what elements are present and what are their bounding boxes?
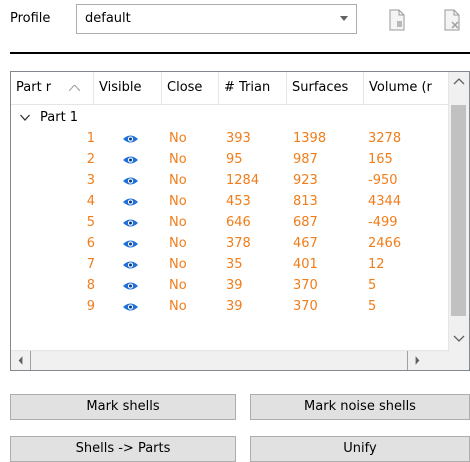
parts-table[interactable]: Part r Visible Close # Trian Surfaces Vo… xyxy=(10,71,470,371)
profile-value: default xyxy=(85,11,131,26)
column-header-label: Part r xyxy=(16,80,52,95)
column-header-part[interactable]: Part r xyxy=(11,72,94,104)
volume-value: -950 xyxy=(368,173,398,188)
table-row[interactable]: 1 No 393 1398 3278 xyxy=(11,129,449,148)
scroll-right-icon[interactable] xyxy=(407,351,427,370)
group-label: Part 1 xyxy=(40,110,79,125)
column-header-triangles[interactable]: # Trian xyxy=(219,72,287,104)
triangles-value: 39 xyxy=(226,278,243,293)
profile-label: Profile xyxy=(10,11,51,26)
divider xyxy=(10,52,470,54)
triangles-value: 95 xyxy=(226,152,243,167)
surfaces-value: 687 xyxy=(293,215,318,230)
surfaces-value: 813 xyxy=(293,194,318,209)
eye-icon[interactable] xyxy=(122,218,139,228)
triangles-value: 393 xyxy=(226,131,251,146)
surfaces-value: 370 xyxy=(293,278,318,293)
part-id: 2 xyxy=(86,152,95,167)
table-row[interactable]: 6 No 378 467 2466 xyxy=(11,234,449,253)
column-header-volume[interactable]: Volume (r xyxy=(364,72,449,104)
document-remove-icon[interactable] xyxy=(443,9,461,31)
volume-value: 12 xyxy=(368,257,385,272)
scroll-down-icon[interactable] xyxy=(449,328,469,348)
triangles-value: 378 xyxy=(226,236,251,251)
close-value: No xyxy=(169,194,187,209)
close-value: No xyxy=(169,236,187,251)
column-header-visible[interactable]: Visible xyxy=(94,72,162,104)
surfaces-value: 1398 xyxy=(293,131,327,146)
part-id: 8 xyxy=(86,278,95,293)
triangles-value: 1284 xyxy=(226,173,260,188)
chevron-down-icon[interactable] xyxy=(20,114,30,121)
column-header-label: Volume (r xyxy=(369,80,432,95)
table-row[interactable]: 7 No 35 401 12 xyxy=(11,255,449,274)
triangles-value: 646 xyxy=(226,215,251,230)
part-id: 1 xyxy=(86,131,95,146)
volume-value: 165 xyxy=(368,152,393,167)
eye-icon[interactable] xyxy=(122,281,139,291)
eye-icon[interactable] xyxy=(122,176,139,186)
table-row[interactable]: 9 No 39 370 5 xyxy=(11,297,449,316)
profile-select[interactable]: default xyxy=(76,4,357,34)
scrollbar-thumb[interactable] xyxy=(451,105,466,316)
table-row[interactable]: 4 No 453 813 4344 xyxy=(11,192,449,211)
surfaces-value: 467 xyxy=(293,236,318,251)
table-header: Part r Visible Close # Trian Surfaces Vo… xyxy=(11,72,449,105)
mark-noise-shells-button[interactable]: Mark noise shells xyxy=(250,394,470,420)
part-id: 7 xyxy=(86,257,95,272)
volume-value: 4344 xyxy=(368,194,402,209)
eye-icon[interactable] xyxy=(122,239,139,249)
close-value: No xyxy=(169,131,187,146)
eye-icon[interactable] xyxy=(122,197,139,207)
close-value: No xyxy=(169,299,187,314)
eye-icon[interactable] xyxy=(122,134,139,144)
part-id: 6 xyxy=(86,236,95,251)
surfaces-value: 923 xyxy=(293,173,318,188)
part-id: 9 xyxy=(86,299,95,314)
table-row[interactable]: 8 No 39 370 5 xyxy=(11,276,449,295)
volume-value: 2466 xyxy=(368,236,402,251)
triangles-value: 35 xyxy=(226,257,243,272)
column-header-label: Close xyxy=(167,80,203,95)
document-settings-icon[interactable] xyxy=(388,9,406,31)
mark-shells-button[interactable]: Mark shells xyxy=(10,394,236,420)
volume-value: -499 xyxy=(368,215,398,230)
table-row[interactable]: 2 No 95 987 165 xyxy=(11,150,449,169)
close-value: No xyxy=(169,152,187,167)
triangles-value: 453 xyxy=(226,194,251,209)
volume-value: 5 xyxy=(368,278,377,293)
surfaces-value: 370 xyxy=(293,299,318,314)
close-value: No xyxy=(169,278,187,293)
part-id: 3 xyxy=(86,173,95,188)
vertical-scrollbar[interactable] xyxy=(448,72,469,350)
unify-button[interactable]: Unify xyxy=(250,436,470,462)
scroll-left-icon[interactable] xyxy=(11,351,31,370)
sort-ascending-icon xyxy=(69,85,80,91)
eye-icon[interactable] xyxy=(122,260,139,270)
table-row[interactable]: 5 No 646 687 -499 xyxy=(11,213,449,232)
surfaces-value: 987 xyxy=(293,152,318,167)
horizontal-scrollbar[interactable] xyxy=(11,350,449,370)
scrollbar-corner xyxy=(449,350,469,370)
column-header-label: Surfaces xyxy=(292,80,349,95)
eye-icon[interactable] xyxy=(122,155,139,165)
column-header-label: Visible xyxy=(99,80,142,95)
surfaces-value: 401 xyxy=(293,257,318,272)
volume-value: 5 xyxy=(368,299,377,314)
shells-to-parts-button[interactable]: Shells -> Parts xyxy=(10,436,236,462)
close-value: No xyxy=(169,257,187,272)
column-header-surfaces[interactable]: Surfaces xyxy=(287,72,364,104)
triangles-value: 39 xyxy=(226,299,243,314)
eye-icon[interactable] xyxy=(122,302,139,312)
chevron-down-icon xyxy=(340,16,348,21)
column-header-close[interactable]: Close xyxy=(162,72,219,104)
volume-value: 3278 xyxy=(368,131,402,146)
scroll-up-icon[interactable] xyxy=(449,72,469,92)
column-header-label: # Trian xyxy=(224,80,271,95)
close-value: No xyxy=(169,215,187,230)
part-id: 4 xyxy=(86,194,95,209)
close-value: No xyxy=(169,173,187,188)
table-row[interactable]: 3 No 1284 923 -950 xyxy=(11,171,449,190)
part-id: 5 xyxy=(86,215,95,230)
